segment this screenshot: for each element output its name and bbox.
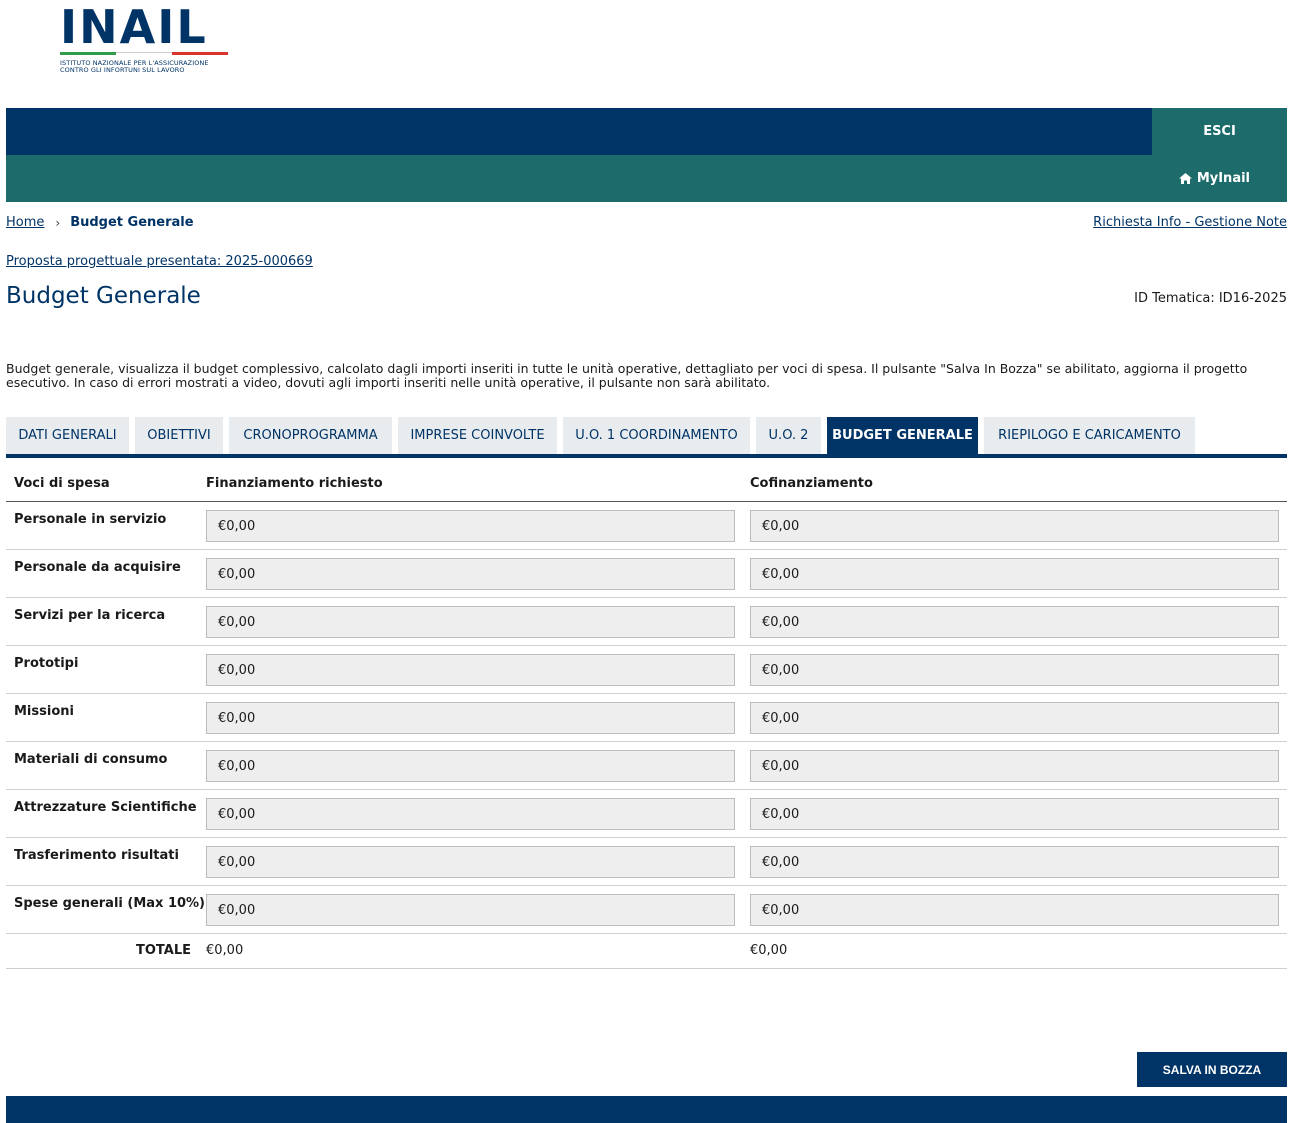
page-title: Budget Generale	[6, 283, 201, 309]
finanziamento-field: €0,00	[206, 750, 735, 782]
cofinanziamento-field: €0,00	[750, 654, 1279, 686]
save-draft-button[interactable]: SALVA IN BOZZA	[1137, 1052, 1287, 1087]
tab-uo2[interactable]: U.O. 2	[756, 417, 821, 454]
budget-table: Voci di spesa Finanziamento richiesto Co…	[6, 466, 1287, 969]
proposta-link[interactable]: Proposta progettuale presentata: 2025-00…	[6, 254, 313, 269]
chevron-right-icon: ›	[55, 215, 61, 230]
cofinanziamento-field: €0,00	[750, 606, 1279, 638]
row-label: Attrezzature Scientifiche	[14, 800, 197, 815]
table-row: Personale in servizio €0,00 €0,00	[6, 502, 1287, 550]
row-label: Personale in servizio	[14, 512, 167, 527]
breadcrumb: Home › Budget Generale	[6, 215, 194, 230]
inail-logo: INAIL ISTITUTO NAZIONALE PER L'ASSICURAZ…	[60, 4, 232, 76]
mylnail-label: MyInail	[1196, 171, 1250, 186]
richiesta-info-link[interactable]: Richiesta Info - Gestione Note	[1093, 215, 1287, 230]
cofinanziamento-field: €0,00	[750, 702, 1279, 734]
tab-uo1-coordinamento[interactable]: U.O. 1 COORDINAMENTO	[563, 417, 750, 454]
footer-bar	[6, 1096, 1287, 1123]
header-cofinanziamento: Cofinanziamento	[750, 476, 873, 491]
finanziamento-field: €0,00	[206, 654, 735, 686]
navbar-bottom-strip: MyInail	[6, 155, 1287, 202]
finanziamento-field: €0,00	[206, 894, 735, 926]
row-label: Spese generali (Max 10%)	[14, 896, 206, 911]
table-row: Personale da acquisire €0,00 €0,00	[6, 550, 1287, 598]
table-row: Missioni €0,00 €0,00	[6, 694, 1287, 742]
row-label: Trasferimento risultati	[14, 848, 179, 863]
tab-cronoprogramma[interactable]: CRONOPROGRAMMA	[229, 417, 392, 454]
home-icon	[1178, 173, 1192, 184]
tab-budget-generale[interactable]: BUDGET GENERALE	[827, 417, 978, 454]
tab-riepilogo-caricamento[interactable]: RIEPILOGO E CARICAMENTO	[984, 417, 1195, 454]
finanziamento-field: €0,00	[206, 606, 735, 638]
cofinanziamento-field: €0,00	[750, 510, 1279, 542]
total-cofinanziamento: €0,00	[750, 943, 788, 958]
table-total-row: TOTALE €0,00 €0,00	[6, 934, 1287, 969]
row-label: Prototipi	[14, 656, 79, 671]
header-finanziamento: Finanziamento richiesto	[206, 476, 383, 491]
cofinanziamento-field: €0,00	[750, 894, 1279, 926]
cofinanziamento-field: €0,00	[750, 798, 1279, 830]
table-row: Trasferimento risultati €0,00 €0,00	[6, 838, 1287, 886]
table-header: Voci di spesa Finanziamento richiesto Co…	[6, 466, 1287, 502]
finanziamento-field: €0,00	[206, 846, 735, 878]
page-description: Budget generale, visualizza il budget co…	[6, 361, 1248, 390]
tab-obiettivi[interactable]: OBIETTIVI	[135, 417, 223, 454]
table-row: Prototipi €0,00 €0,00	[6, 646, 1287, 694]
cofinanziamento-field: €0,00	[750, 846, 1279, 878]
finanziamento-field: €0,00	[206, 702, 735, 734]
finanziamento-field: €0,00	[206, 798, 735, 830]
tab-bar: DATI GENERALI OBIETTIVI CRONOPROGRAMMA I…	[6, 417, 1287, 458]
logo-tricolor-bar	[60, 52, 228, 55]
id-tematica: ID Tematica: ID16-2025	[1134, 291, 1287, 306]
row-label: Personale da acquisire	[14, 560, 181, 575]
finanziamento-field: €0,00	[206, 558, 735, 590]
breadcrumb-home-link[interactable]: Home	[6, 215, 44, 230]
row-label: Materiali di consumo	[14, 752, 168, 767]
mylnail-link[interactable]: MyInail	[1178, 155, 1250, 202]
table-row: Spese generali (Max 10%) €0,00 €0,00	[6, 886, 1287, 934]
finanziamento-field: €0,00	[206, 510, 735, 542]
cofinanziamento-field: €0,00	[750, 558, 1279, 590]
tab-dati-generali[interactable]: DATI GENERALI	[6, 417, 129, 454]
total-label: TOTALE	[135, 943, 191, 958]
header-voci-di-spesa: Voci di spesa	[14, 476, 110, 491]
logout-button[interactable]: ESCI	[1152, 108, 1287, 155]
tab-imprese-coinvolte[interactable]: IMPRESE COINVOLTE	[398, 417, 557, 454]
table-row: Servizi per la ricerca €0,00 €0,00	[6, 598, 1287, 646]
row-label: Missioni	[14, 704, 74, 719]
cofinanziamento-field: €0,00	[750, 750, 1279, 782]
breadcrumb-current: Budget Generale	[70, 215, 194, 230]
logo-subtitle: ISTITUTO NAZIONALE PER L'ASSICURAZIONE C…	[60, 59, 209, 74]
table-row: Materiali di consumo €0,00 €0,00	[6, 742, 1287, 790]
row-label: Servizi per la ricerca	[14, 608, 166, 623]
top-navigation-bar: ESCI MyInail	[6, 108, 1287, 202]
logo-wordmark: INAIL	[60, 0, 208, 54]
navbar-top-strip	[6, 108, 1152, 155]
table-row: Attrezzature Scientifiche €0,00 €0,00	[6, 790, 1287, 838]
total-finanziamento: €0,00	[206, 943, 244, 958]
